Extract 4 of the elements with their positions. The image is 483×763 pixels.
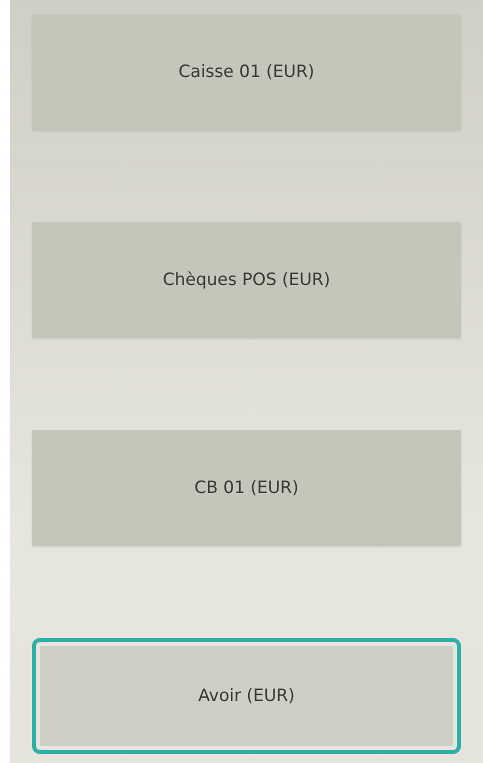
payment-method-button[interactable]: CB 01 (EUR) bbox=[32, 430, 461, 546]
payment-method-button[interactable]: Avoir (EUR) bbox=[32, 638, 461, 754]
payment-method-button[interactable]: Caisse 01 (EUR) bbox=[32, 14, 461, 130]
payment-method-button[interactable]: Chèques POS (EUR) bbox=[32, 222, 461, 338]
